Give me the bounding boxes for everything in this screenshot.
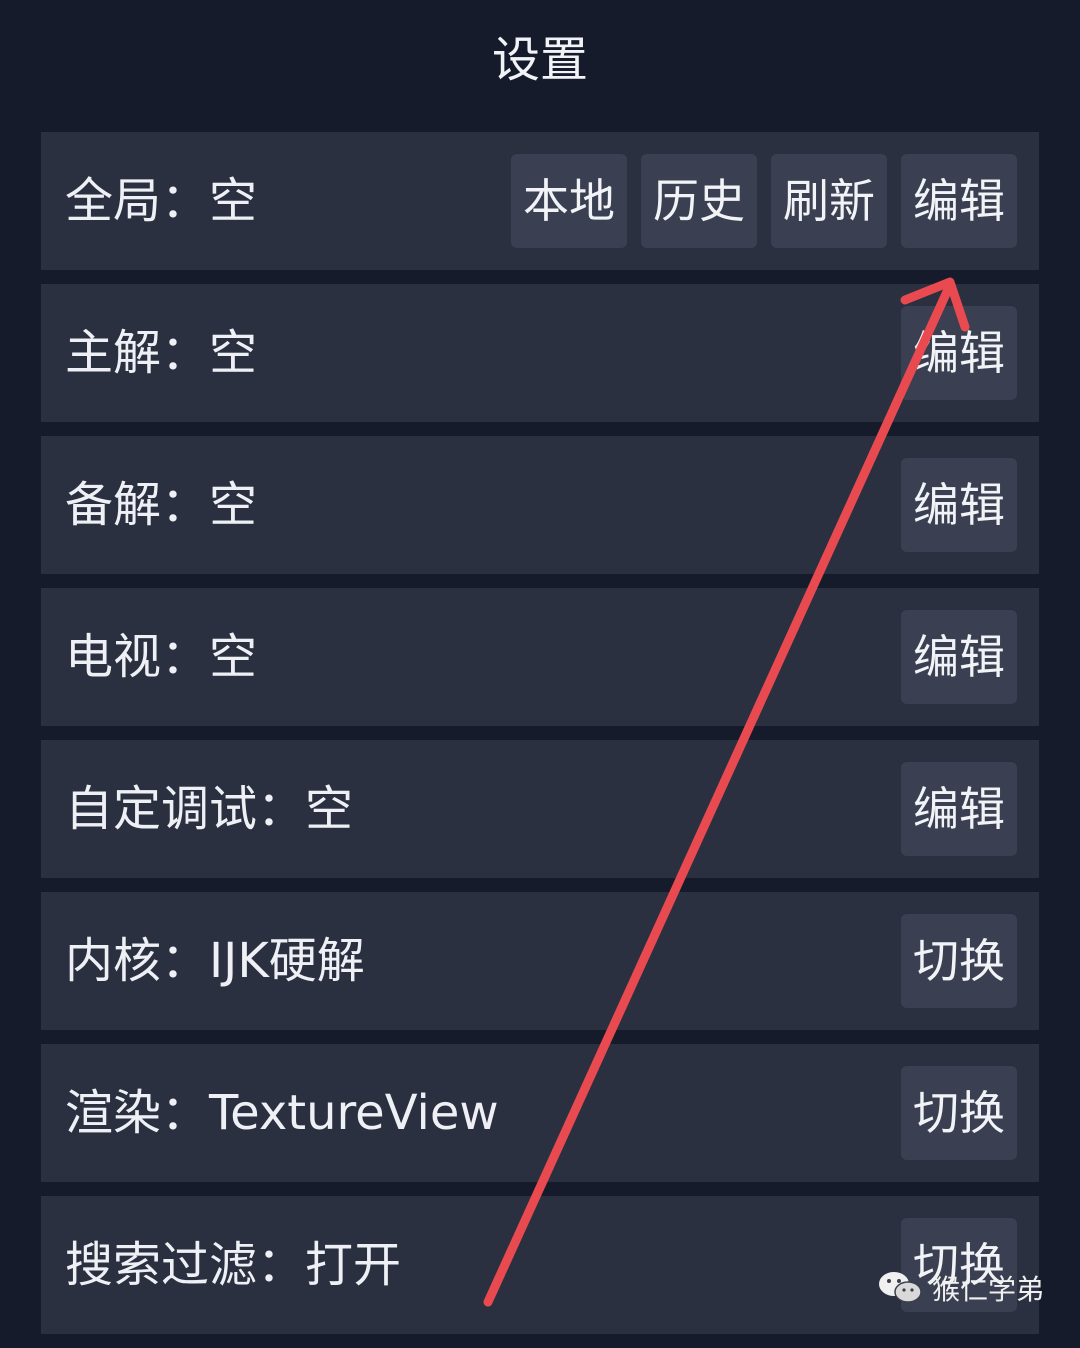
edit-button[interactable]: 编辑 bbox=[901, 306, 1017, 400]
row-label: 电视：空 bbox=[65, 629, 258, 685]
row-label: 全局：空 bbox=[65, 173, 258, 229]
row-actions: 切换 bbox=[901, 1066, 1017, 1160]
watermark: 猴仁学弟 bbox=[876, 1268, 1044, 1308]
row-actions: 编辑 bbox=[901, 762, 1017, 856]
settings-row-global: 全局：空 本地 历史 刷新 编辑 bbox=[41, 132, 1039, 270]
edit-button[interactable]: 编辑 bbox=[901, 458, 1017, 552]
settings-row-kernel: 内核：IJK硬解 切换 bbox=[41, 892, 1039, 1030]
settings-row-main-parser: 主解：空 编辑 bbox=[41, 284, 1039, 422]
row-actions: 编辑 bbox=[901, 610, 1017, 704]
settings-row-backup-parser: 备解：空 编辑 bbox=[41, 436, 1039, 574]
settings-row-search-filter: 搜索过滤：打开 切换 bbox=[41, 1196, 1039, 1334]
settings-row-custom-debug: 自定调试：空 编辑 bbox=[41, 740, 1039, 878]
row-label: 渲染：TextureView bbox=[65, 1085, 499, 1141]
switch-button[interactable]: 切换 bbox=[901, 914, 1017, 1008]
switch-button[interactable]: 切换 bbox=[901, 1066, 1017, 1160]
settings-list: 全局：空 本地 历史 刷新 编辑 主解：空 编辑 备解：空 编辑 电视：空 编辑… bbox=[41, 132, 1039, 1348]
edit-button[interactable]: 编辑 bbox=[901, 154, 1017, 248]
page-title: 设置 bbox=[491, 32, 588, 88]
row-actions: 本地 历史 刷新 编辑 bbox=[511, 154, 1017, 248]
row-actions: 编辑 bbox=[901, 306, 1017, 400]
settings-row-tv: 电视：空 编辑 bbox=[41, 588, 1039, 726]
row-label: 自定调试：空 bbox=[65, 781, 354, 837]
watermark-text: 猴仁学弟 bbox=[931, 1273, 1044, 1306]
edit-button[interactable]: 编辑 bbox=[901, 610, 1017, 704]
refresh-button[interactable]: 刷新 bbox=[771, 154, 887, 248]
row-actions: 编辑 bbox=[901, 458, 1017, 552]
settings-row-render: 渲染：TextureView 切换 bbox=[41, 1044, 1039, 1182]
edit-button[interactable]: 编辑 bbox=[901, 762, 1017, 856]
row-label: 内核：IJK硬解 bbox=[65, 933, 365, 989]
row-label: 搜索过滤：打开 bbox=[65, 1237, 402, 1293]
local-button[interactable]: 本地 bbox=[511, 154, 627, 248]
row-label: 主解：空 bbox=[65, 325, 258, 381]
row-actions: 切换 bbox=[901, 914, 1017, 1008]
history-button[interactable]: 历史 bbox=[641, 154, 757, 248]
wechat-icon bbox=[878, 1272, 922, 1303]
row-label: 备解：空 bbox=[65, 477, 258, 533]
